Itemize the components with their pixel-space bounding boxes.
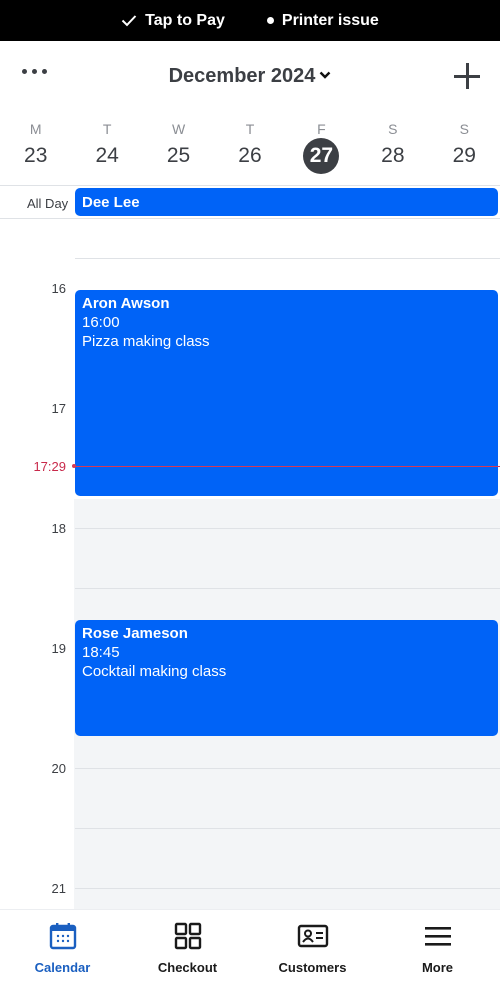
id-card-icon <box>297 924 328 948</box>
tab-calendar[interactable]: Calendar <box>0 910 125 990</box>
menu-icon <box>424 927 451 946</box>
grid-icon <box>174 922 201 950</box>
weekday-label: S <box>388 121 398 137</box>
event-time: 16:00 <box>82 314 120 331</box>
event-time: 18:45 <box>82 644 120 661</box>
tap-to-pay-label: Tap to Pay <box>145 11 225 29</box>
printer-issue-label: Printer issue <box>281 11 379 29</box>
all-day-label: All Day <box>27 196 69 211</box>
grid-line <box>75 588 500 589</box>
status-bar: Tap to Pay Printer issue <box>0 0 500 41</box>
day-thu[interactable]: T 26 <box>214 116 285 186</box>
event-description: Pizza making class <box>82 333 210 350</box>
date-label: 24 <box>95 144 119 167</box>
date-label: 25 <box>166 144 191 167</box>
hour-label: 18 <box>51 521 66 536</box>
hour-label: 20 <box>51 761 66 776</box>
weekday-label: T <box>245 121 255 137</box>
hour-label: 19 <box>51 641 66 656</box>
weekday-label: T <box>102 121 112 137</box>
month-selector[interactable]: December 2024 <box>0 65 500 88</box>
event-description: Cocktail making class <box>82 663 227 680</box>
date-label: 28 <box>381 144 405 167</box>
day-tue[interactable]: T 24 <box>71 116 142 186</box>
date-label: 23 <box>24 144 48 167</box>
all-day-row: All Day Dee Lee <box>0 185 500 219</box>
tab-more[interactable]: More <box>375 910 500 990</box>
day-fri-selected[interactable]: F 27 <box>286 116 357 186</box>
tab-checkout[interactable]: Checkout <box>125 910 250 990</box>
printer-issue-status[interactable]: Printer issue <box>266 11 379 30</box>
current-time-dot <box>72 464 76 468</box>
tab-label: Checkout <box>157 960 218 975</box>
chevron-down-icon <box>320 71 331 79</box>
weekday-label: F <box>317 121 326 137</box>
week-strip: M 23 T 24 W 25 T 26 F 27 S 28 S 29 <box>0 116 500 186</box>
grid-line <box>75 528 500 529</box>
date-label: 26 <box>238 144 262 167</box>
event-name: Aron Awson <box>82 295 170 312</box>
day-sat[interactable]: S 28 <box>357 116 428 186</box>
tab-bar: Calendar Checkout Customers More <box>0 909 500 990</box>
month-title: December 2024 <box>168 65 316 87</box>
tap-to-pay-status[interactable]: Tap to Pay <box>121 12 225 30</box>
grid-line <box>75 828 500 829</box>
calendar-icon <box>49 923 76 950</box>
current-time-label: 17:29 <box>33 459 66 474</box>
tab-customers[interactable]: Customers <box>250 910 375 990</box>
grid-line <box>75 258 500 259</box>
day-sun[interactable]: S 29 <box>429 116 500 186</box>
plus-icon[interactable] <box>454 63 480 89</box>
weekday-label: W <box>171 121 186 137</box>
date-label: 29 <box>452 144 476 167</box>
calendar-header: December 2024 <box>0 41 500 116</box>
hour-label: 21 <box>51 881 66 896</box>
day-wed[interactable]: W 25 <box>143 116 214 186</box>
current-time-line <box>74 466 500 467</box>
check-icon <box>121 15 137 27</box>
hour-label: 17 <box>51 401 66 416</box>
weekday-label: S <box>459 121 469 137</box>
tab-label: More <box>421 960 454 975</box>
tab-label: Customers <box>278 960 347 975</box>
event-card[interactable]: Rose Jameson 18:45 Cocktail making class <box>75 620 498 736</box>
event-name: Rose Jameson <box>82 625 188 642</box>
grid-line <box>75 768 500 769</box>
all-day-event[interactable]: Dee Lee <box>75 188 498 216</box>
tab-label: Calendar <box>34 960 91 975</box>
time-grid[interactable]: 16 17 18 19 20 21 Aron Awson 16:00 Pizza… <box>0 219 500 909</box>
hour-label: 16 <box>51 281 66 296</box>
date-label: 27 <box>303 138 340 174</box>
weekday-label: M <box>29 121 42 137</box>
dot-icon <box>266 17 274 24</box>
day-mon[interactable]: M 23 <box>0 116 71 186</box>
grid-line <box>75 888 500 889</box>
